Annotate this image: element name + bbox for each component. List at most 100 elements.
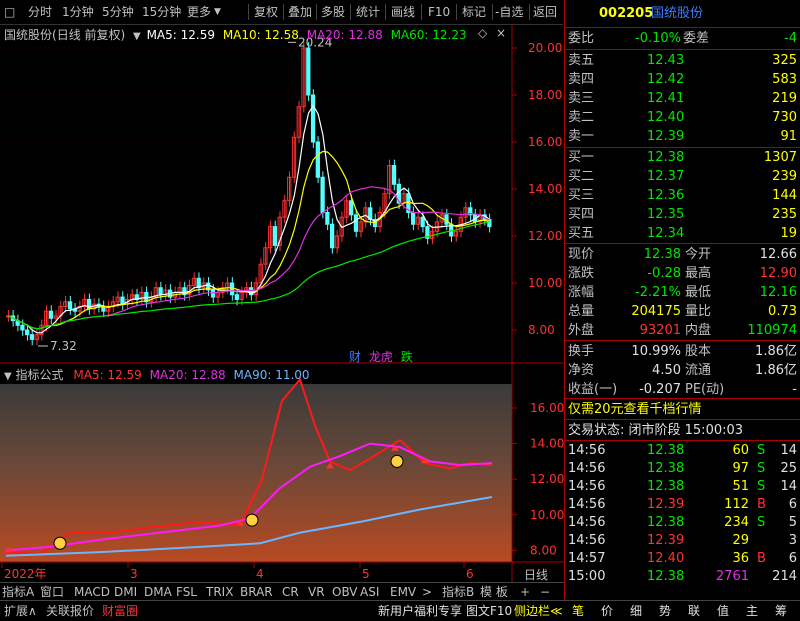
stat-value: -2.21% xyxy=(635,285,681,300)
tick-volume: 112 xyxy=(724,497,749,512)
ma60-line xyxy=(8,221,490,330)
mark-button[interactable]: 标记 xyxy=(462,3,486,21)
tab-5min[interactable]: 5分钟 xyxy=(102,3,134,21)
tick-count: 5 xyxy=(788,515,797,530)
ma5-line xyxy=(8,104,490,334)
stat-label: 现价 xyxy=(568,247,595,262)
panel-tab-6[interactable]: 主 xyxy=(746,603,758,619)
indicator-tab-12[interactable]: EMV xyxy=(390,584,416,600)
square-icon[interactable]: □ xyxy=(4,3,15,21)
indicator-tab-1[interactable]: 窗口 xyxy=(40,584,64,600)
tick-side: S xyxy=(757,479,766,494)
indicator-tab-14[interactable]: 指标B xyxy=(442,584,474,600)
f10-button[interactable]: F10 xyxy=(428,3,450,21)
time-axis-label: 5 xyxy=(362,567,370,581)
period-label[interactable]: 日线 xyxy=(524,566,548,583)
trade-status-row: 交易状态: 闭市阶段 15:00:03 xyxy=(565,421,800,440)
ask-row: 卖四 12.42 583 xyxy=(565,70,800,89)
panel-tab-5[interactable]: 值 xyxy=(717,603,729,619)
new-user-welfare-link[interactable]: 新用户福利专享 xyxy=(378,603,462,619)
promo-text[interactable]: 仅需20元查看千档行情 xyxy=(568,400,702,419)
ask-price: 12.43 xyxy=(647,53,685,68)
stats-button[interactable]: 统计 xyxy=(356,3,380,21)
tick-time: 14:56 xyxy=(568,533,606,548)
longhu-badge[interactable]: 龙虎 xyxy=(369,350,393,364)
candle-body xyxy=(25,329,30,336)
indicator-tab-10[interactable]: OBV xyxy=(332,584,358,600)
bid-price: 12.36 xyxy=(647,188,685,203)
promo-row[interactable]: 仅需20元查看千档行情 xyxy=(565,400,800,419)
f10-graphic-link[interactable]: 图文F10 xyxy=(466,603,512,619)
tick-time: 14:56 xyxy=(568,461,606,476)
candle-body xyxy=(20,324,25,331)
indicator-settings-icon[interactable]: ▼ xyxy=(4,371,12,382)
kline-chart[interactable]: 20.0018.0016.0014.0012.0010.008.00 20.24… xyxy=(0,24,564,364)
tab-fenshi[interactable]: 分时 xyxy=(28,3,52,21)
indicator-tab-4[interactable]: DMA xyxy=(144,584,172,600)
tab-1min[interactable]: 1分钟 xyxy=(62,3,94,21)
stat-label: 外盘 xyxy=(568,323,595,338)
fuquan-button[interactable]: 复权 xyxy=(254,3,278,21)
indicator-tab-5[interactable]: FSL xyxy=(176,584,197,600)
indicator-tab-8[interactable]: CR xyxy=(282,584,299,600)
bid-row: 买四 12.35 235 xyxy=(565,205,800,224)
settings-icon[interactable]: ▼ xyxy=(133,31,141,42)
favorite-button[interactable]: -自选 xyxy=(495,3,523,21)
indicator-tab-13[interactable]: > xyxy=(422,584,432,600)
tab-15min[interactable]: 15分钟 xyxy=(142,3,181,21)
indicator-tab-16[interactable]: + xyxy=(520,584,530,600)
stat-label: 总量 xyxy=(568,304,595,319)
indicator-tab-0[interactable]: 指标A xyxy=(2,584,34,600)
indicator-tab-6[interactable]: TRIX xyxy=(206,584,233,600)
draw-line-button[interactable]: 画线 xyxy=(391,3,415,21)
wealth-circle-button[interactable]: 财富圈 xyxy=(102,603,138,619)
panel-tab-2[interactable]: 细 xyxy=(630,603,642,619)
chevron-down-icon[interactable]: ▼ xyxy=(214,3,221,21)
candle-body xyxy=(48,310,54,319)
finance-badge[interactable]: 财 xyxy=(349,350,361,364)
panel-tab-7[interactable]: 筹 xyxy=(775,603,787,619)
tick-volume: 36 xyxy=(732,551,749,566)
expand-button[interactable]: 扩展∧ xyxy=(4,603,37,619)
drop-badge[interactable]: 跌 xyxy=(401,350,413,364)
indicator-tab-11[interactable]: ASI xyxy=(360,584,379,600)
fund-row: 净资 4.50 流通 1.86亿 xyxy=(565,361,800,380)
tab-more[interactable]: 更多 xyxy=(187,3,211,21)
candle-body xyxy=(272,226,278,246)
tick-price: 12.40 xyxy=(647,551,685,566)
indicator-tab-9[interactable]: VR xyxy=(308,584,325,600)
bid-price: 12.34 xyxy=(647,226,685,241)
indicator-tab-17[interactable]: − xyxy=(540,584,550,600)
candle-body xyxy=(391,165,397,185)
price-axis-label: 12.00 xyxy=(528,229,562,243)
indicator-tab-2[interactable]: MACD xyxy=(74,584,110,600)
candle-body xyxy=(325,212,330,225)
back-button[interactable]: 返回 xyxy=(533,3,557,21)
stat-row: 总量 204175 量比 0.73 xyxy=(565,302,800,321)
diamond-icon[interactable]: ◇ xyxy=(478,26,487,40)
close-icon[interactable]: × xyxy=(496,26,506,40)
indicator-name[interactable]: 指标公式 xyxy=(16,368,64,382)
indicator-tab-15[interactable]: 模 板 xyxy=(480,584,508,600)
panel-tab-1[interactable]: 价 xyxy=(601,603,613,619)
tick-row: 14:56 12.38 51 S 14 xyxy=(565,477,800,496)
bid-price: 12.35 xyxy=(647,207,685,222)
related-quote-button[interactable]: 关联报价 xyxy=(46,603,94,619)
stat-value: -0.28 xyxy=(647,266,681,281)
tick-time: 14:56 xyxy=(568,497,606,512)
panel-tab-4[interactable]: 联 xyxy=(688,603,700,619)
indicator-tab-7[interactable]: BRAR xyxy=(240,584,273,600)
indicator-chart[interactable]: 16.00 14.00 12.00 10.00 8.00 2022年 3 4 5 6 xyxy=(0,364,564,582)
panel-tab-3[interactable]: 势 xyxy=(659,603,671,619)
overlay-button[interactable]: 叠加 xyxy=(288,3,312,21)
fund-label: 收益(一) xyxy=(568,382,618,397)
tick-count: 25 xyxy=(780,461,797,476)
multi-stock-button[interactable]: 多股 xyxy=(321,3,345,21)
tick-count: 6 xyxy=(788,551,797,566)
ask-price: 12.41 xyxy=(647,91,685,106)
panel-tab-0[interactable]: 笔 xyxy=(572,603,584,619)
sidebar-toggle[interactable]: 侧边栏≪ xyxy=(514,603,563,619)
ind-ma90-legend: MA90: 11.00 xyxy=(233,368,310,382)
indicator-tab-3[interactable]: DMI xyxy=(114,584,137,600)
stat-value: 12.38 xyxy=(643,247,681,262)
